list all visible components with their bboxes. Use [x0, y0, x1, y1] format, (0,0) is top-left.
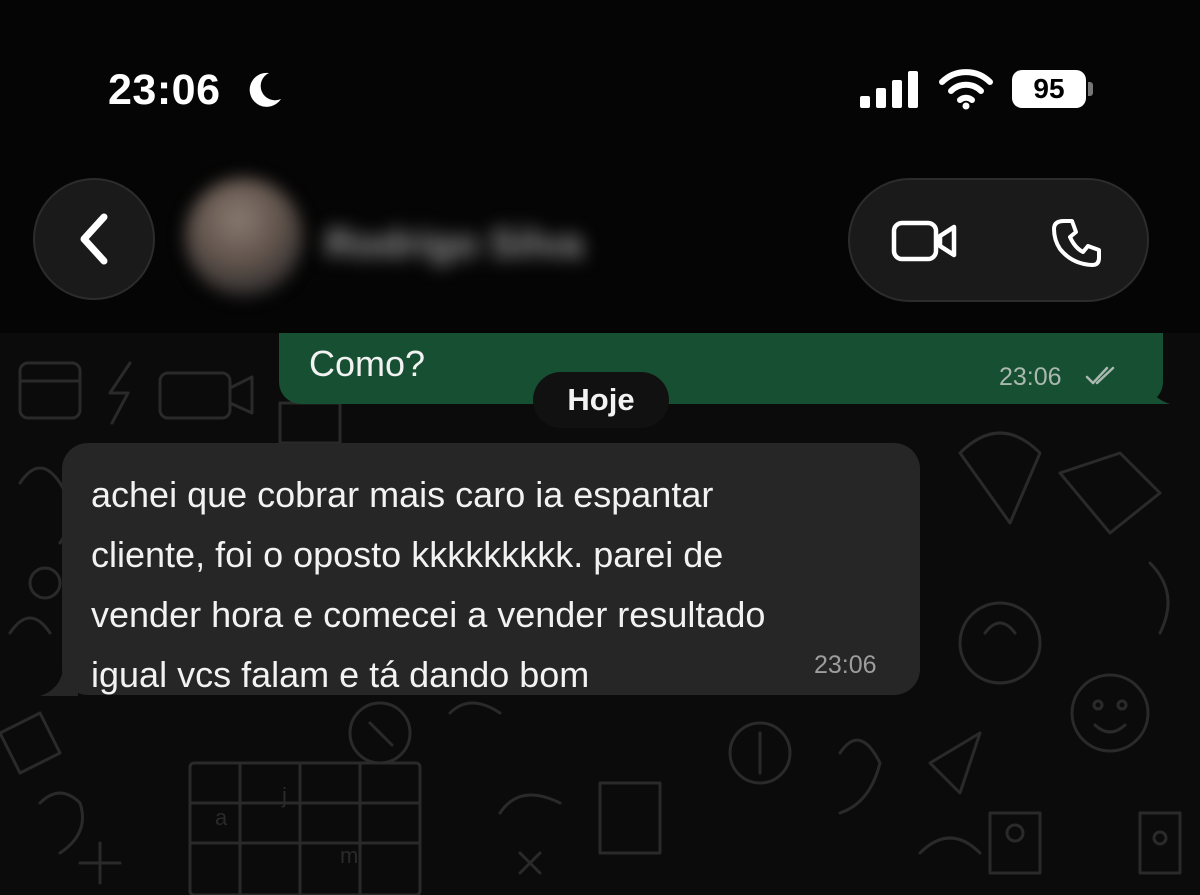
- double-check-icon: [1085, 366, 1115, 385]
- incoming-message-line: achei que cobrar mais caro ia espantar: [91, 474, 714, 515]
- contact-name[interactable]: Rodrigo Silva: [325, 222, 583, 267]
- signal-icon: [860, 71, 918, 108]
- battery-tip: [1088, 82, 1093, 96]
- svg-text:m: m: [340, 843, 358, 868]
- moon-icon: [249, 72, 281, 107]
- outgoing-bubble-tail: [1140, 373, 1170, 404]
- incoming-message-line: cliente, foi o oposto kkkkkkkkk. parei d…: [91, 534, 724, 575]
- wifi-icon: [939, 69, 993, 110]
- incoming-message-line: igual vcs falam e tá dando bom: [91, 654, 590, 695]
- svg-text:j: j: [281, 783, 287, 808]
- incoming-bubble-tail: [40, 660, 78, 696]
- incoming-message-time: 23:06: [814, 651, 877, 679]
- incoming-message-line: vender hora e comecei a vender resultado: [91, 594, 766, 635]
- phone-icon[interactable]: [1050, 216, 1104, 270]
- date-separator: Hoje: [533, 372, 669, 428]
- incoming-message[interactable]: achei que cobrar mais caro ia espantar c…: [62, 443, 920, 695]
- status-bar: 23:06 95: [0, 0, 1200, 170]
- outgoing-message-time: 23:06: [999, 363, 1062, 391]
- status-time: 23:06: [108, 66, 221, 114]
- battery-indicator: 95: [1012, 70, 1086, 108]
- back-button[interactable]: [33, 178, 155, 300]
- chat-screen: 23:06 95 Rodrigo Silva a j m Como? 23:06…: [0, 0, 1200, 895]
- incoming-message-text: achei que cobrar mais caro ia espantar c…: [91, 465, 891, 705]
- video-camera-icon[interactable]: [890, 216, 960, 266]
- outgoing-message-text: Como?: [309, 343, 426, 384]
- chevron-left-icon: [80, 213, 108, 265]
- chat-area[interactable]: a j m Como? 23:06 Hoje achei que cobrar …: [0, 333, 1200, 895]
- avatar[interactable]: [185, 178, 303, 296]
- outgoing-message[interactable]: Como? 23:06: [279, 333, 1163, 404]
- svg-text:a: a: [215, 805, 228, 830]
- call-actions: [848, 178, 1149, 302]
